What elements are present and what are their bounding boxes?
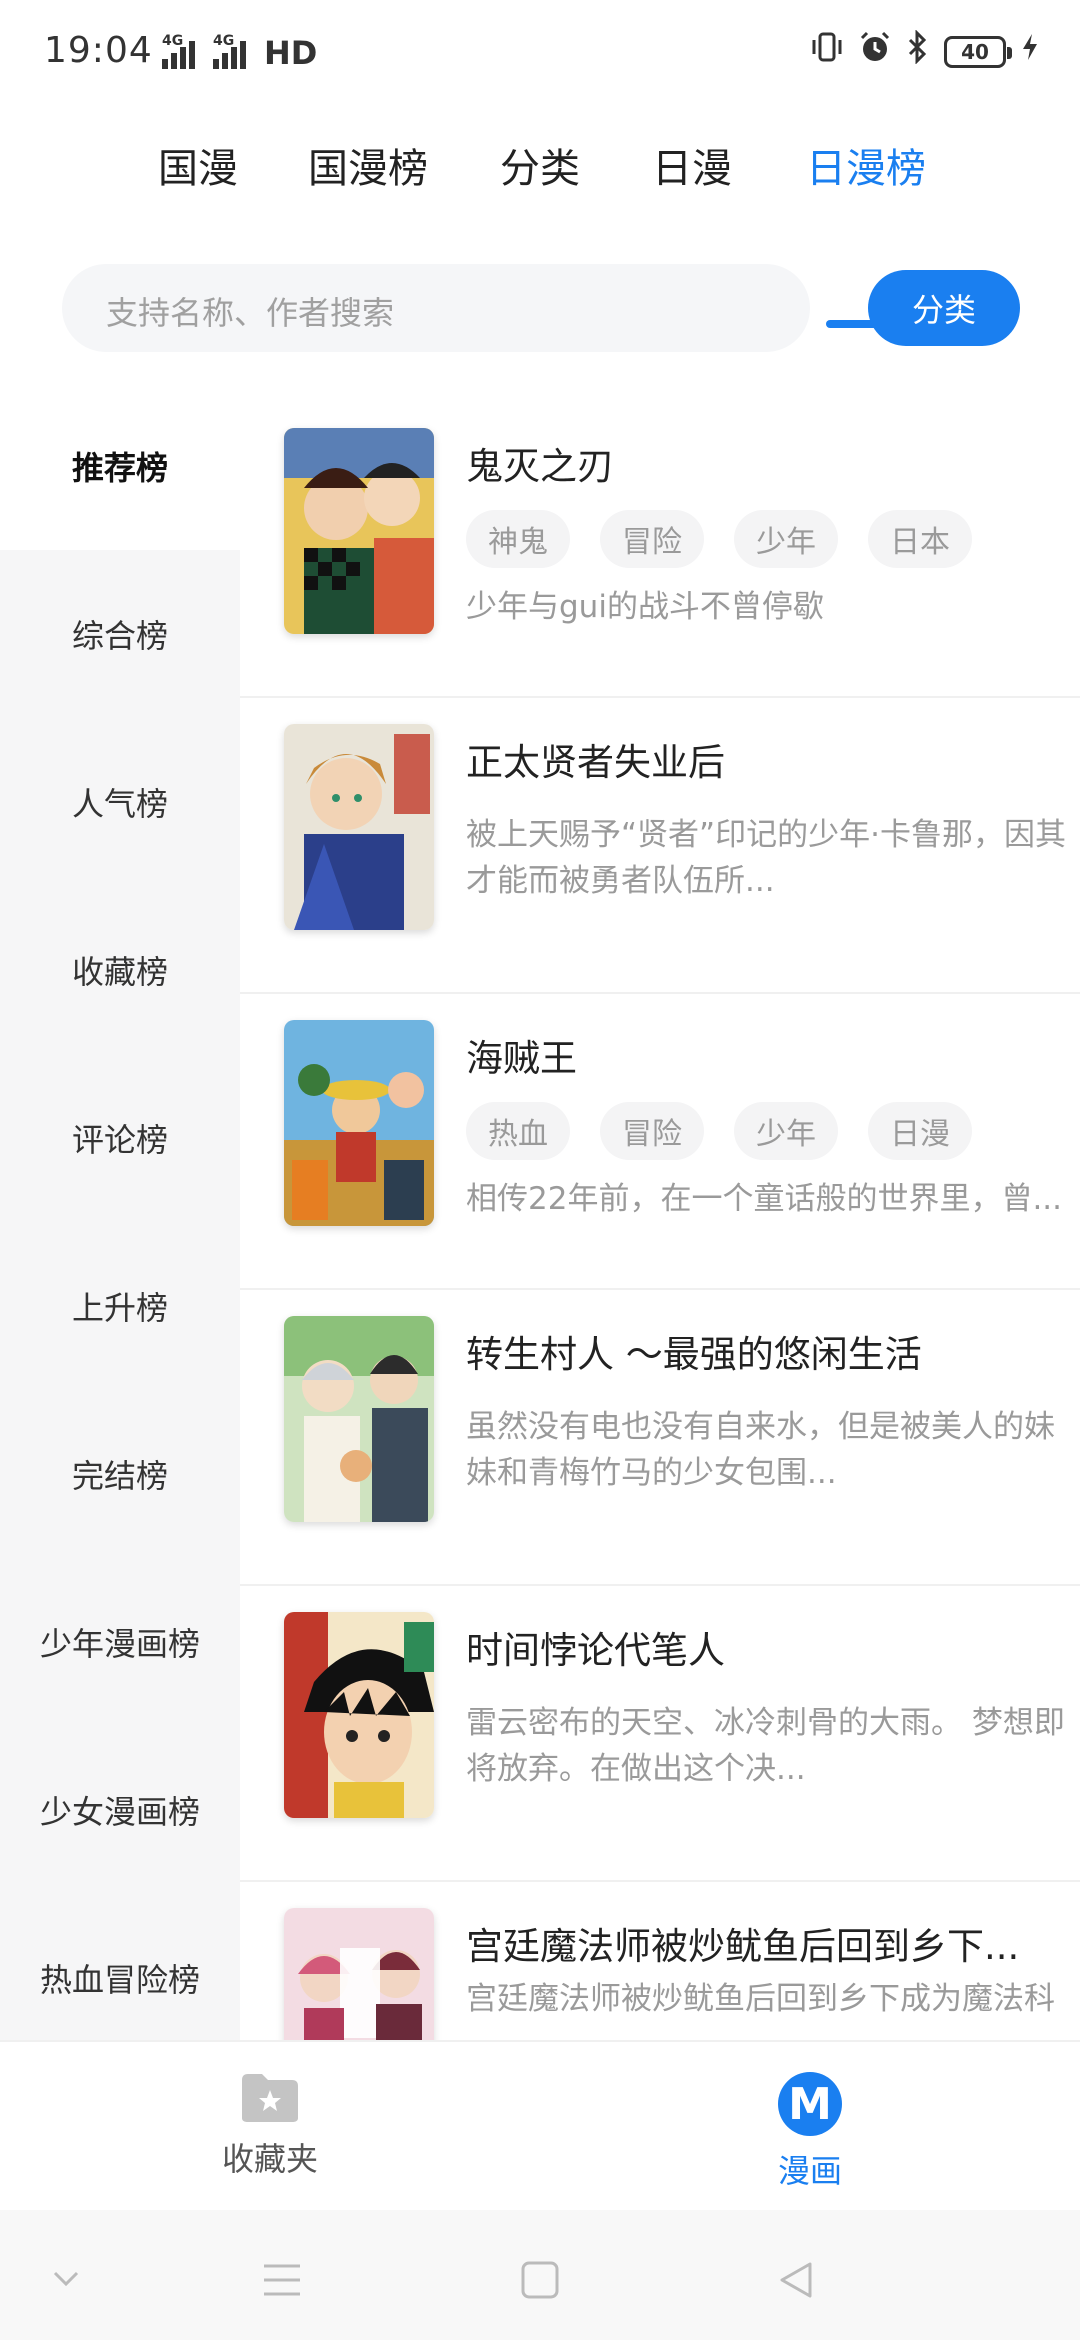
list-item[interactable]: 转生村人 ～最强的悠闲生活 虽然没有电也没有自来水，但是被美人的妹妹和青梅竹马的… xyxy=(240,1288,1080,1586)
folder-star-icon xyxy=(240,2072,300,2124)
sidebar-item-shojo[interactable]: 少女漫画榜 xyxy=(0,1780,240,1840)
sidebar-item-action[interactable]: 热血冒险榜 xyxy=(0,1948,240,2008)
sidebar-item-popular[interactable]: 人气榜 xyxy=(0,772,240,832)
manga-description: 虽然没有电也没有自来水，但是被美人的妹妹和青梅竹马的少女包围... xyxy=(466,1409,1055,1491)
tag[interactable]: 日漫 xyxy=(868,1102,972,1160)
search-placeholder: 支持名称、作者搜索 xyxy=(106,294,395,332)
category-button[interactable]: 分类 xyxy=(868,270,1020,346)
bottom-nav: 收藏夹 M 漫画 xyxy=(0,2040,1080,2212)
vibrate-icon xyxy=(810,30,844,73)
tab-guoman-ranking[interactable]: 国漫榜 xyxy=(308,136,428,194)
nav-manga-label: 漫画 xyxy=(777,2152,842,2190)
bluetooth-icon xyxy=(906,29,930,73)
nav-favorites-label: 收藏夹 xyxy=(221,2140,318,2178)
tab-guoman[interactable]: 国漫 xyxy=(158,136,238,194)
cover-image[interactable] xyxy=(284,724,434,930)
manga-title: 时间悖论代笔人 xyxy=(466,1629,725,1672)
manga-title: 海贼王 xyxy=(466,1037,577,1080)
manga-description: 宫廷魔法师被炒鱿鱼后回到乡下成为魔法科 xyxy=(466,1981,1055,2017)
top-tabs: 国漫 国漫榜 分类 日漫 日漫榜 xyxy=(0,110,1080,328)
manga-description: 相传22年前，在一个童话般的世界里，曾... xyxy=(466,1181,1063,1217)
tab-riman-ranking[interactable]: 日漫榜 xyxy=(806,136,926,194)
signal-icon: 4G xyxy=(162,33,195,69)
alarm-icon xyxy=(858,30,892,73)
nav-manga[interactable]: M 漫画 xyxy=(730,2072,890,2192)
manga-title: 宫廷魔法师被炒鱿鱼后回到乡下... xyxy=(466,1925,1020,1968)
list-item[interactable]: 正太贤者失业后 被上天赐予“贤者”印记的少年·卡鲁那，因其才能而被勇者队伍所..… xyxy=(240,696,1080,994)
tag[interactable]: 冒险 xyxy=(600,1102,704,1160)
list-item[interactable]: 鬼灭之刃 神鬼 冒险 少年 日本 少年与gui的战斗不曾停歇 xyxy=(240,400,1080,698)
ranking-sidebar: 推荐榜 综合榜 人气榜 收藏榜 评论榜 上升榜 完结榜 少年漫画榜 少女漫画榜 … xyxy=(0,400,240,2040)
signal-icon: 4G xyxy=(213,33,246,69)
tag-list: 神鬼 冒险 少年 日本 xyxy=(466,510,972,568)
sidebar-item-favorites[interactable]: 收藏榜 xyxy=(0,940,240,1000)
status-bar: 19:04 4G 4G HD 40 xyxy=(0,0,1080,100)
tag[interactable]: 热血 xyxy=(466,1102,570,1160)
search-input[interactable]: 支持名称、作者搜索 xyxy=(62,264,810,352)
manga-title: 正太贤者失业后 xyxy=(466,741,725,784)
manga-title: 转生村人 ～最强的悠闲生活 xyxy=(466,1333,922,1376)
battery-icon: 40 xyxy=(944,35,1012,68)
cover-image[interactable] xyxy=(284,428,434,634)
system-nav-bar xyxy=(0,2210,1080,2340)
status-right-icons: 40 xyxy=(810,29,1040,73)
manga-description: 雷云密布的天空、冰冷刺骨的大雨。 梦想即将放弃。在做出这个决... xyxy=(466,1705,1065,1787)
sidebar-item-rising[interactable]: 上升榜 xyxy=(0,1276,240,1336)
tag[interactable]: 冒险 xyxy=(600,510,704,568)
network-indicators: 4G 4G HD xyxy=(162,33,318,72)
tag[interactable]: 神鬼 xyxy=(466,510,570,568)
sidebar-item-shonen[interactable]: 少年漫画榜 xyxy=(0,1612,240,1672)
sidebar-item-overall[interactable]: 综合榜 xyxy=(0,604,240,664)
cover-image[interactable] xyxy=(284,1908,434,2040)
charging-icon xyxy=(1020,30,1040,73)
status-time: 19:04 xyxy=(44,30,153,71)
back-icon[interactable] xyxy=(776,2260,816,2304)
tab-category[interactable]: 分类 xyxy=(500,136,580,194)
list-item[interactable]: 宫廷魔法师被炒鱿鱼后回到乡下... 宫廷魔法师被炒鱿鱼后回到乡下成为魔法科 xyxy=(240,1880,1080,2040)
tab-riman[interactable]: 日漫 xyxy=(652,136,732,194)
manga-description: 少年与gui的战斗不曾停歇 xyxy=(466,589,824,625)
cover-image[interactable] xyxy=(284,1020,434,1226)
tag-list: 热血 冒险 少年 日漫 xyxy=(466,1102,972,1160)
tag[interactable]: 少年 xyxy=(734,1102,838,1160)
tag[interactable]: 日本 xyxy=(868,510,972,568)
cover-image[interactable] xyxy=(284,1316,434,1522)
nav-favorites[interactable]: 收藏夹 xyxy=(190,2072,350,2180)
tag[interactable]: 少年 xyxy=(734,510,838,568)
manga-list: 鬼灭之刃 神鬼 冒险 少年 日本 少年与gui的战斗不曾停歇 正太贤者失业后 被… xyxy=(240,400,1080,2040)
home-icon[interactable] xyxy=(520,2260,560,2304)
sidebar-item-recommend[interactable]: 推荐榜 xyxy=(0,436,240,496)
sidebar-item-comments[interactable]: 评论榜 xyxy=(0,1108,240,1168)
manga-m-icon: M xyxy=(778,2072,842,2136)
hd-indicator: HD xyxy=(264,34,318,72)
manga-description: 被上天赐予“贤者”印记的少年·卡鲁那，因其才能而被勇者队伍所... xyxy=(466,817,1066,899)
menu-icon[interactable] xyxy=(262,2262,302,2302)
sidebar-item-completed[interactable]: 完结榜 xyxy=(0,1444,240,1504)
chevron-down-icon[interactable] xyxy=(52,2270,80,2292)
list-item[interactable]: 海贼王 热血 冒险 少年 日漫 相传22年前，在一个童话般的世界里，曾... xyxy=(240,992,1080,1290)
list-item[interactable]: 时间悖论代笔人 雷云密布的天空、冰冷刺骨的大雨。 梦想即将放弃。在做出这个决..… xyxy=(240,1584,1080,1882)
manga-title: 鬼灭之刃 xyxy=(466,445,614,488)
cover-image[interactable] xyxy=(284,1612,434,1818)
